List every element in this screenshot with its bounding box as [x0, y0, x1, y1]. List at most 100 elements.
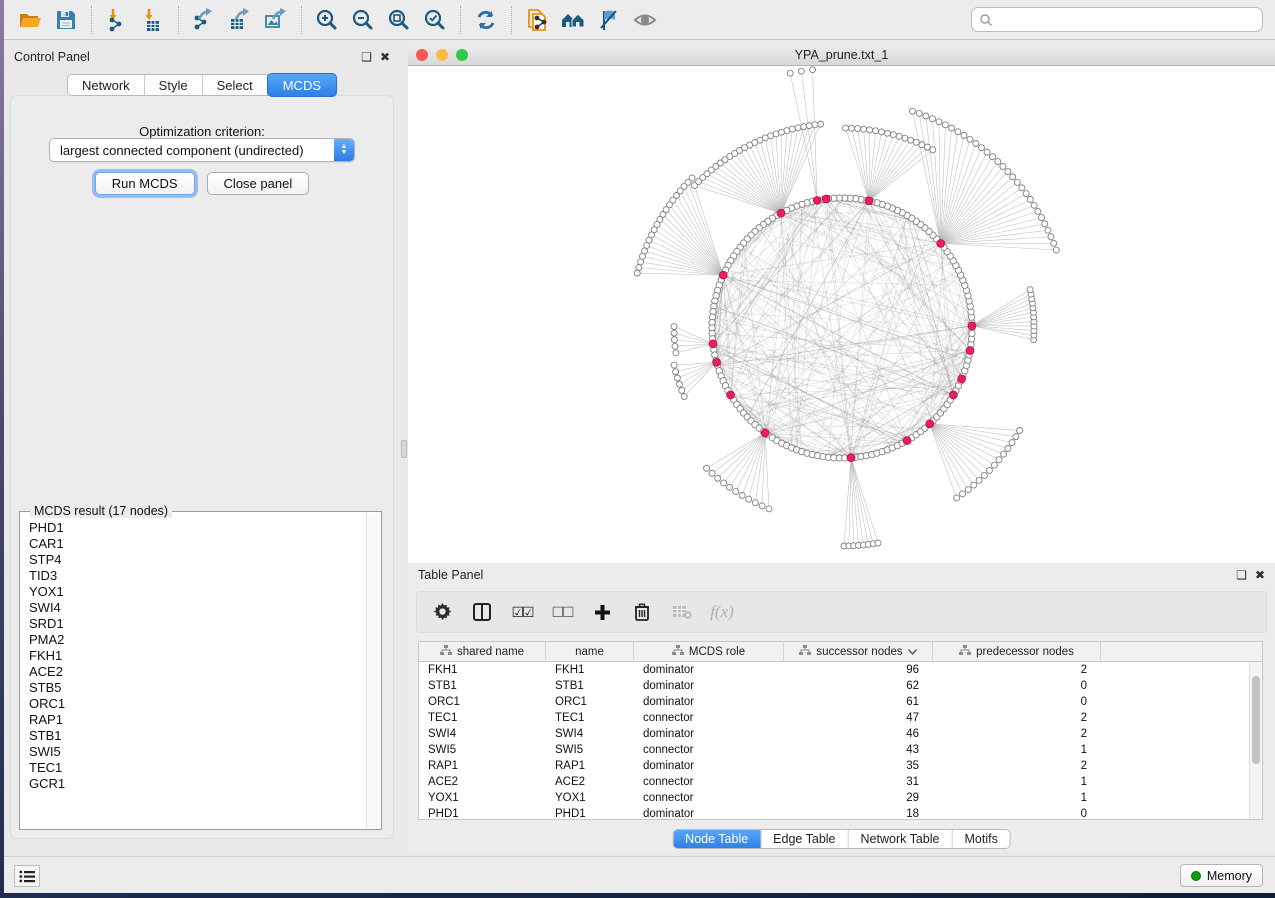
tab-motifs[interactable]: Motifs: [952, 830, 1009, 848]
delete-column-icon[interactable]: [629, 599, 655, 625]
table-row[interactable]: TEC1TEC1connector472: [419, 710, 1262, 726]
memory-button[interactable]: Memory: [1180, 864, 1263, 887]
mcds-result-item[interactable]: SWI5: [21, 744, 366, 760]
column-header-successor-nodes[interactable]: successor nodes: [784, 642, 933, 661]
zoom-fit-icon[interactable]: [381, 5, 417, 35]
zoom-out-icon[interactable]: [345, 5, 381, 35]
function-builder-icon: f(x): [709, 599, 735, 625]
control-panel-tabs: NetworkStyleSelectMCDS: [67, 74, 337, 96]
mcds-result-item[interactable]: GCR1: [21, 776, 366, 792]
save-session-icon[interactable]: [48, 5, 84, 35]
show-eye-icon[interactable]: [627, 5, 663, 35]
mcds-result-item[interactable]: FKH1: [21, 648, 366, 664]
tab-edge-table[interactable]: Edge Table: [761, 830, 848, 848]
mcds-result-item[interactable]: PMA2: [21, 632, 366, 648]
table-row[interactable]: RAP1RAP1dominator352: [419, 758, 1262, 774]
control-panel-header: Control Panel ❑ ✖: [4, 45, 400, 69]
shared-column-icon: [440, 645, 452, 659]
table-cell: PHD1: [546, 806, 634, 820]
import-table-icon[interactable]: [135, 5, 171, 35]
close-panel-button[interactable]: Close panel: [207, 172, 310, 195]
toolbar-separator: [301, 6, 302, 34]
mcds-result-list[interactable]: PHD1CAR1STP4TID3YOX1SWI4SRD1PMA2FKH1ACE2…: [21, 520, 366, 828]
task-history-button[interactable]: [14, 865, 40, 887]
export-table-icon[interactable]: [222, 5, 258, 35]
mcds-result-item[interactable]: PHD1: [21, 520, 366, 536]
mcds-result-item[interactable]: STB5: [21, 680, 366, 696]
hide-flag-icon[interactable]: [591, 5, 627, 35]
table-cell: dominator: [634, 662, 784, 678]
node-table-body: FKH1FKH1dominator962STB1STB1dominator620…: [419, 662, 1262, 820]
mcds-hub-node: [822, 195, 830, 203]
add-column-icon[interactable]: [589, 599, 615, 625]
network-canvas[interactable]: [408, 66, 1275, 563]
table-row[interactable]: ACE2ACE2connector311: [419, 774, 1262, 790]
table-row[interactable]: STB1STB1dominator620: [419, 678, 1262, 694]
refresh-icon[interactable]: [468, 5, 504, 35]
open-file-icon[interactable]: [12, 5, 48, 35]
table-row[interactable]: SWI4SWI4dominator462: [419, 726, 1262, 742]
tab-network-table[interactable]: Network Table: [849, 830, 953, 848]
column-header-predecessor-nodes[interactable]: predecessor nodes: [933, 642, 1101, 661]
close-panel-icon[interactable]: ✖: [380, 51, 390, 63]
mcds-result-item[interactable]: TID3: [21, 568, 366, 584]
export-image-icon[interactable]: [258, 5, 294, 35]
table-row[interactable]: ORC1ORC1dominator610: [419, 694, 1262, 710]
search-icon: [979, 13, 993, 27]
mcds-result-item[interactable]: STB1: [21, 728, 366, 744]
tab-node-table[interactable]: Node Table: [673, 830, 761, 848]
table-scrollbar[interactable]: [1249, 662, 1262, 819]
select-all-icon[interactable]: ☑☑: [509, 599, 535, 625]
search-box[interactable]: [971, 7, 1263, 32]
mcds-result-item[interactable]: CAR1: [21, 536, 366, 552]
export-network-icon[interactable]: [186, 5, 222, 35]
mcds-list-scrollbar[interactable]: [366, 513, 380, 828]
mcds-result-item[interactable]: SWI4: [21, 600, 366, 616]
table-cell: connector: [634, 742, 784, 758]
table-cell: dominator: [634, 678, 784, 694]
float-table-panel-icon[interactable]: ❑: [1236, 569, 1247, 581]
clone-network-icon[interactable]: [519, 5, 555, 35]
search-input[interactable]: [993, 13, 1255, 27]
table-row[interactable]: FKH1FKH1dominator962: [419, 662, 1262, 678]
mcds-result-item[interactable]: TEC1: [21, 760, 366, 776]
mcds-result-item[interactable]: YOX1: [21, 584, 366, 600]
table-cell: TEC1: [546, 710, 634, 726]
mcds-result-item[interactable]: RAP1: [21, 712, 366, 728]
column-header-shared-name[interactable]: shared name: [419, 642, 546, 661]
run-mcds-button[interactable]: Run MCDS: [95, 172, 195, 195]
table-row[interactable]: YOX1YOX1connector291: [419, 790, 1262, 806]
show-columns-icon[interactable]: [469, 599, 495, 625]
tab-select[interactable]: Select: [203, 75, 268, 95]
panel-splitter[interactable]: [400, 45, 408, 843]
mcds-hub-node: [813, 196, 821, 204]
tab-network[interactable]: Network: [68, 75, 145, 95]
mcds-hub-node: [709, 340, 717, 348]
table-row[interactable]: PHD1PHD1dominator180: [419, 806, 1262, 820]
table-settings-gear-icon[interactable]: [429, 599, 455, 625]
column-header-name[interactable]: name: [546, 642, 634, 661]
float-panel-icon[interactable]: ❑: [361, 51, 372, 63]
houses-icon[interactable]: [555, 5, 591, 35]
table-row[interactable]: SWI5SWI5connector431: [419, 742, 1262, 758]
close-table-panel-icon[interactable]: ✖: [1255, 569, 1265, 581]
zoom-in-icon[interactable]: [309, 5, 345, 35]
table-cell: dominator: [634, 726, 784, 742]
mcds-result-item[interactable]: ACE2: [21, 664, 366, 680]
tab-mcds[interactable]: MCDS: [267, 73, 337, 97]
shared-column-icon: [959, 645, 971, 659]
mcds-result-item[interactable]: ORC1: [21, 696, 366, 712]
mcds-hub-node: [968, 322, 976, 330]
column-header-spacer: [1101, 642, 1262, 661]
mcds-result-item[interactable]: STP4: [21, 552, 366, 568]
table-cell: 35: [784, 758, 933, 774]
table-cell: TEC1: [419, 710, 546, 726]
zoom-selected-icon[interactable]: [417, 5, 453, 35]
deselect-all-icon[interactable]: ☐☐: [549, 599, 575, 625]
tab-style[interactable]: Style: [145, 75, 203, 95]
criterion-dropdown[interactable]: largest connected component (undirected)…: [49, 138, 355, 162]
network-window-titlebar[interactable]: YPA_prune.txt_1: [408, 45, 1275, 66]
column-header-MCDS-role[interactable]: MCDS role: [634, 642, 784, 661]
mcds-result-item[interactable]: SRD1: [21, 616, 366, 632]
import-network-icon[interactable]: [99, 5, 135, 35]
